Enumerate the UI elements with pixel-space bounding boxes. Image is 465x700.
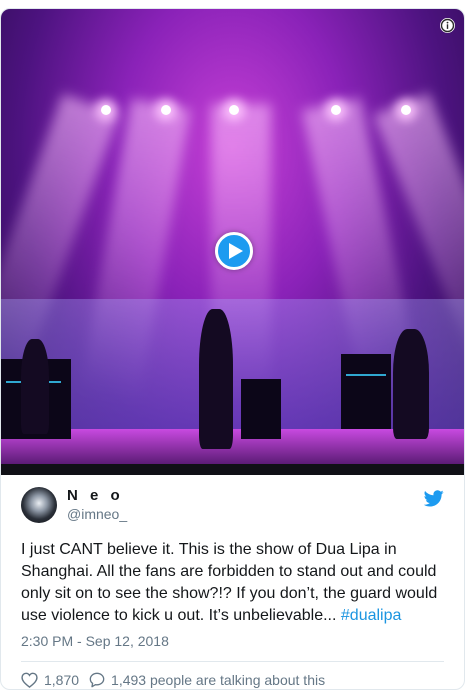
tweet-actions: 1,870 1,493 people are talking about thi… — [21, 662, 444, 689]
hashtag-link[interactable]: #dualipa — [341, 607, 402, 624]
tweet-body: N e o @imneo_ I just CANT believe it. Th… — [1, 475, 464, 689]
musician-silhouette — [21, 339, 49, 434]
embedded-tweet-card: N e o @imneo_ I just CANT believe it. Th… — [0, 8, 465, 690]
heart-icon — [21, 672, 38, 688]
stage-spotlight — [331, 105, 341, 115]
speech-bubble-icon — [89, 672, 105, 688]
twitter-bird-icon[interactable] — [424, 490, 444, 507]
stage-spotlight — [101, 105, 111, 115]
tweet-text: I just CANT believe it. This is the show… — [21, 539, 444, 627]
stage-edge — [1, 464, 464, 475]
play-button[interactable] — [215, 232, 253, 270]
play-icon — [228, 243, 243, 259]
keyboard-rig — [341, 354, 391, 429]
tweet-timestamp[interactable]: 2:30 PM - Sep 12, 2018 — [21, 633, 444, 649]
like-count: 1,870 — [44, 672, 80, 688]
info-icon — [440, 18, 455, 33]
tweet-author[interactable]: N e o @imneo_ — [21, 475, 444, 535]
video-thumbnail[interactable] — [1, 9, 464, 475]
performer-silhouette — [199, 309, 233, 449]
info-button[interactable] — [440, 18, 455, 33]
like-button[interactable]: 1,870 — [21, 672, 79, 688]
display-name[interactable]: N e o — [67, 487, 127, 505]
user-handle[interactable]: @imneo_ — [67, 505, 127, 523]
author-names: N e o @imneo_ — [67, 487, 127, 523]
conversation-link[interactable]: 1,493 people are talking about this — [89, 672, 325, 688]
musician-silhouette — [393, 329, 429, 439]
stage-spotlight — [401, 105, 411, 115]
drum-kit — [241, 379, 281, 439]
equipment-light — [346, 374, 386, 376]
talking-count: 1,493 people are talking about this — [111, 672, 326, 688]
avatar[interactable] — [21, 487, 57, 523]
stage-spotlight — [229, 105, 239, 115]
stage-spotlight — [161, 105, 171, 115]
